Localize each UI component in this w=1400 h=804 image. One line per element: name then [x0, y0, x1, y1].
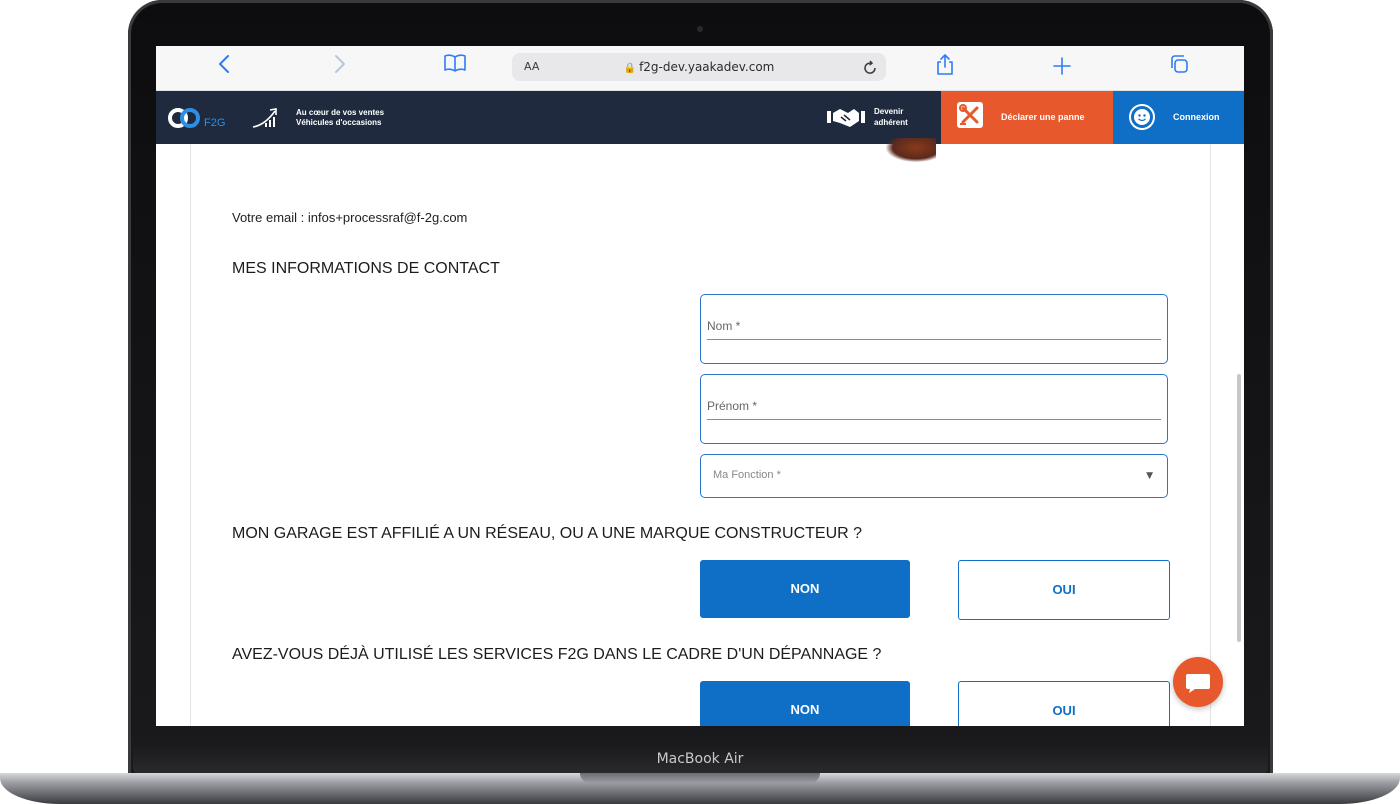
chat-icon	[1186, 674, 1210, 693]
page-scrollbar[interactable]	[1237, 374, 1241, 642]
back-button[interactable]	[212, 54, 236, 80]
hero-image-fragment	[886, 138, 936, 162]
lock-icon: 🔒	[623, 63, 637, 74]
fonction-select[interactable]: Ma Fonction * ▼	[700, 454, 1168, 498]
chevron-left-icon	[219, 55, 229, 73]
share-icon	[937, 54, 953, 75]
camera	[697, 26, 703, 32]
f2g-logo[interactable]: F2G	[168, 103, 238, 133]
devenir-line1: Devenir	[874, 107, 904, 116]
svg-text:F2G: F2G	[204, 117, 225, 129]
content-border-right	[1210, 144, 1211, 726]
reload-button[interactable]	[862, 53, 878, 81]
content-border-left	[190, 144, 191, 726]
question2-oui-button[interactable]: OUI	[958, 681, 1170, 726]
growth-arrow-icon	[252, 108, 277, 128]
plus-icon	[1053, 57, 1071, 75]
book-icon	[444, 54, 466, 72]
devenir-text: Devenir adhérent	[874, 106, 908, 128]
question1-oui-button[interactable]: OUI	[958, 560, 1170, 620]
laptop-base-notch	[580, 773, 820, 783]
tagline-line1: Au cœur de vos ventes	[296, 108, 385, 117]
tabs-icon	[1171, 55, 1188, 73]
prenom-label: Prénom *	[707, 399, 758, 413]
tagline-line2: Véhicules d'occasions	[296, 118, 382, 127]
url-text: f2g-dev.yaakadev.com	[639, 60, 775, 74]
prenom-field[interactable]: Prénom *	[700, 374, 1168, 444]
prenom-underline	[707, 419, 1161, 420]
connexion-label: Connexion	[1173, 112, 1220, 122]
devenir-line2: adhérent	[874, 118, 908, 127]
chat-button[interactable]	[1173, 657, 1223, 707]
question2-title: AVEZ-VOUS DÉJÀ UTILISÉ LES SERVICES F2G …	[232, 646, 882, 663]
declarer-label: Déclarer une panne	[1001, 112, 1085, 122]
screen: AA 🔒 f2g-dev.yaakadev.com F2G Au cœur de…	[156, 46, 1244, 726]
header-tagline: Au cœur de vos ventes Véhicules d'occasi…	[296, 108, 384, 128]
share-button[interactable]	[934, 54, 956, 80]
connexion-button[interactable]: Connexion	[1113, 91, 1244, 144]
new-tab-button[interactable]	[1049, 54, 1075, 80]
question2-non-button[interactable]: NON	[700, 681, 910, 726]
caret-down-icon: ▼	[1146, 471, 1153, 481]
user-email: Votre email : infos+processraf@f-2g.com	[232, 210, 468, 225]
handshake-icon	[827, 109, 865, 127]
site-header: F2G Au cœur de vos ventes Véhicules d'oc…	[156, 91, 1244, 144]
chevron-right-icon	[335, 55, 345, 73]
fonction-placeholder: Ma Fonction *	[713, 469, 781, 481]
forward-button[interactable]	[328, 54, 352, 80]
browser-toolbar: AA 🔒 f2g-dev.yaakadev.com	[156, 46, 1244, 91]
tabs-button[interactable]	[1166, 54, 1192, 80]
user-avatar-icon	[1129, 104, 1155, 130]
nom-label: Nom *	[707, 319, 741, 333]
address-bar[interactable]: AA 🔒 f2g-dev.yaakadev.com	[512, 53, 886, 81]
contact-section-title: MES INFORMATIONS DE CONTACT	[232, 260, 500, 277]
devenir-adherent-link[interactable]: Devenir adhérent	[826, 101, 936, 134]
url-display[interactable]: 🔒 f2g-dev.yaakadev.com	[512, 53, 886, 83]
bookmarks-button[interactable]	[442, 54, 468, 80]
question1-title: MON GARAGE EST AFFILIÉ A UN RÉSEAU, OU A…	[232, 525, 863, 542]
reload-icon	[864, 59, 876, 74]
nom-field[interactable]: Nom *	[700, 294, 1168, 364]
page-content: Votre email : infos+processraf@f-2g.com …	[156, 138, 1244, 726]
tools-icon	[957, 102, 983, 128]
model-label: MacBook Air	[656, 751, 744, 767]
nom-underline	[707, 339, 1161, 340]
declarer-panne-button[interactable]: Déclarer une panne	[941, 91, 1113, 144]
question1-non-button[interactable]: NON	[700, 560, 910, 618]
